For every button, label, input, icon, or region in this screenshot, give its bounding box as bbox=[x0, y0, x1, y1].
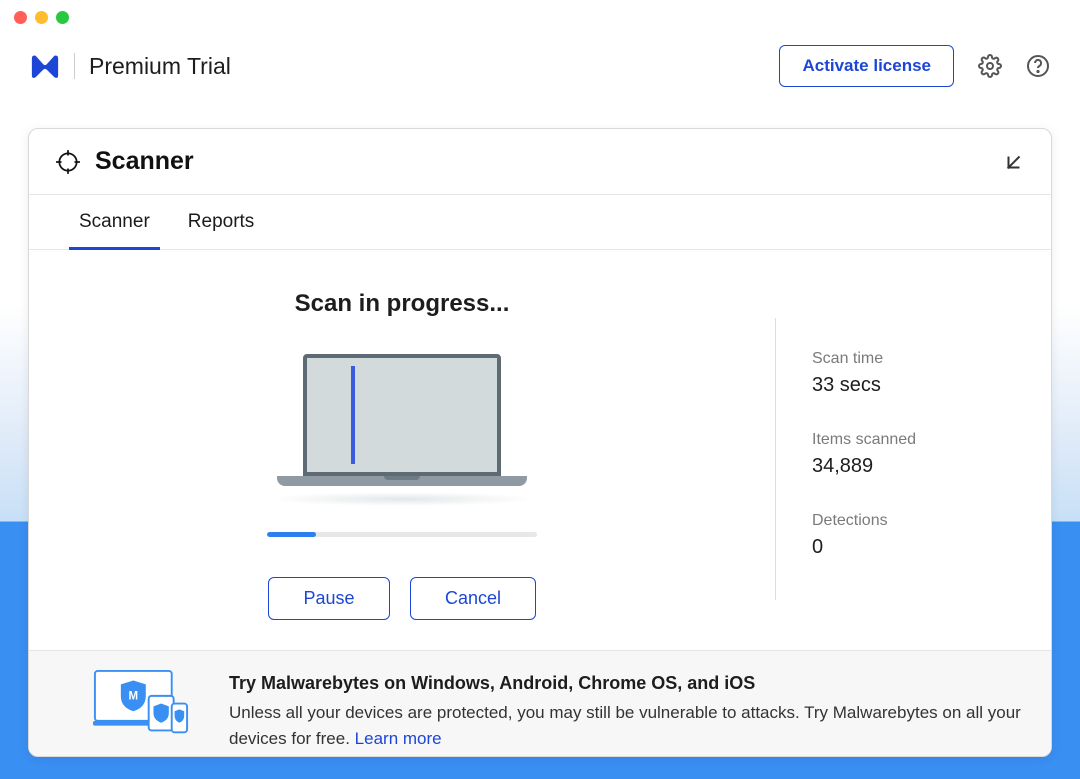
scan-body: Scan in progress... Pause Cancel Scan ti… bbox=[29, 250, 1051, 650]
items-scanned-value: 34,889 bbox=[812, 455, 1023, 478]
promo-banner: M Try Malwarebytes on Windows, Android, … bbox=[29, 650, 1051, 757]
minimize-window-button[interactable] bbox=[35, 11, 48, 24]
activate-license-button[interactable]: Activate license bbox=[779, 45, 954, 87]
panel-header: Scanner bbox=[29, 129, 1051, 195]
laptop-illustration bbox=[277, 354, 527, 506]
scan-progress-fill bbox=[267, 532, 316, 537]
brand-divider bbox=[74, 53, 75, 79]
app-header: Premium Trial Activate license bbox=[0, 35, 1080, 108]
brand-area: Premium Trial bbox=[30, 52, 231, 80]
tab-reports[interactable]: Reports bbox=[188, 195, 255, 249]
scanner-panel: Scanner Scanner Reports Scan in progress… bbox=[28, 128, 1052, 757]
gear-icon[interactable] bbox=[978, 54, 1002, 78]
detections-label: Detections bbox=[812, 512, 1023, 530]
window-titlebar bbox=[0, 0, 1080, 35]
scan-progress-bar bbox=[267, 532, 537, 537]
scan-time-label: Scan time bbox=[812, 350, 1023, 368]
scan-stats: Scan time 33 secs Items scanned 34,889 D… bbox=[776, 250, 1051, 650]
scan-time-value: 33 secs bbox=[812, 374, 1023, 397]
close-window-button[interactable] bbox=[14, 11, 27, 24]
fullscreen-window-button[interactable] bbox=[56, 11, 69, 24]
items-scanned-label: Items scanned bbox=[812, 431, 1023, 449]
devices-icon: M bbox=[93, 669, 189, 736]
svg-text:M: M bbox=[129, 691, 139, 703]
malwarebytes-logo-icon bbox=[30, 52, 60, 80]
learn-more-link[interactable]: Learn more bbox=[355, 729, 442, 748]
pause-button[interactable]: Pause bbox=[268, 577, 390, 620]
subscription-title: Premium Trial bbox=[89, 53, 231, 80]
collapse-icon[interactable] bbox=[1003, 151, 1025, 173]
promo-desc: Unless all your devices are protected, y… bbox=[229, 700, 1021, 751]
cancel-button[interactable]: Cancel bbox=[410, 577, 536, 620]
tabs: Scanner Reports bbox=[29, 195, 1051, 250]
scan-left: Scan in progress... Pause Cancel bbox=[29, 250, 775, 650]
crosshair-icon bbox=[55, 149, 81, 175]
promo-title: Try Malwarebytes on Windows, Android, Ch… bbox=[229, 673, 1021, 694]
scan-heading: Scan in progress... bbox=[295, 290, 510, 318]
promo-desc-text: Unless all your devices are protected, y… bbox=[229, 703, 1021, 748]
tab-scanner[interactable]: Scanner bbox=[79, 195, 150, 249]
detections-value: 0 bbox=[812, 536, 1023, 559]
help-icon[interactable] bbox=[1026, 54, 1050, 78]
panel-title-label: Scanner bbox=[95, 147, 194, 176]
